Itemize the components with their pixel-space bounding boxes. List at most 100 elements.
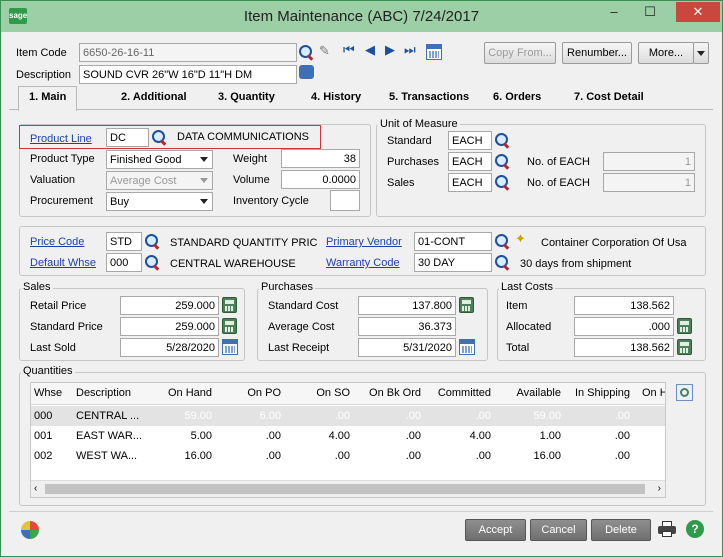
last-receipt-field[interactable]: 5/31/2020 [358,338,456,357]
uom-purchases-lookup-icon[interactable] [494,153,510,169]
product-line-link[interactable]: Product Line [30,133,92,145]
tab-cost-detail[interactable]: 7. Cost Detail [574,91,644,109]
warranty-code-field[interactable]: 30 DAY [414,253,492,272]
total-label: Total [506,342,530,354]
col-header-available[interactable]: Available [495,383,561,403]
standard-cost-field[interactable]: 137.800 [358,296,456,315]
product-line-lookup-icon[interactable] [151,129,167,145]
allocated-calculator-icon[interactable] [677,318,692,334]
average-cost-field[interactable]: 36.373 [358,317,456,336]
tab-quantity[interactable]: 3. Quantity [218,91,275,109]
uom-purchases-field[interactable]: EACH [448,152,492,171]
scroll-left-icon[interactable]: ‹ [34,483,37,494]
last-cost-item-field[interactable]: 138.562 [574,296,674,315]
standard-cost-calculator-icon[interactable] [459,297,474,313]
delete-button[interactable]: Delete [591,519,651,541]
total-calculator-icon[interactable] [677,339,692,355]
last-sold-field[interactable]: 5/28/2020 [120,338,219,357]
product-line-field[interactable]: DC [106,128,149,147]
close-button[interactable]: ✕ [676,2,720,22]
tab-additional[interactable]: 2. Additional [121,91,187,109]
tab-history[interactable]: 4. History [311,91,361,109]
maximize-button[interactable]: ☐ [636,2,664,22]
quantities-grid-header: Whse Description On Hand On PO On SO On … [31,383,665,405]
col-header-whse[interactable]: Whse [34,383,72,403]
title-bar[interactable]: sage Item Maintenance (ABC) 7/24/2017 – … [1,1,722,32]
inventory-cycle-field[interactable] [330,190,360,211]
minimize-button[interactable]: – [600,2,628,22]
description-field[interactable]: SOUND CVR 26"W 16"D 11"H DM [79,65,297,84]
next-record-icon[interactable]: ▶ [385,42,395,58]
calendar-icon[interactable] [426,44,442,60]
col-header-committed[interactable]: Committed [425,383,491,403]
copy-from-button[interactable]: Copy From... [484,42,556,64]
scroll-right-icon[interactable]: › [658,483,661,494]
renumber-button[interactable]: Renumber... [562,42,632,64]
price-code-link[interactable]: Price Code [30,236,84,248]
item-code-field[interactable]: 6650-26-16-11 [79,43,297,62]
col-header-on-bk-ord[interactable]: On Bk Ord [354,383,421,403]
more-dropdown-button[interactable] [693,42,709,64]
quantities-grid[interactable]: Whse Description On Hand On PO On SO On … [30,382,666,498]
col-header-on-so[interactable]: On SO [285,383,350,403]
tab-transactions[interactable]: 5. Transactions [389,91,469,109]
col-header-on-hand[interactable]: On Hand [146,383,212,403]
last-record-icon[interactable]: ⏭ [404,42,416,58]
procurement-select[interactable]: Buy [106,192,213,211]
accept-button[interactable]: Accept [465,519,526,541]
tab-main[interactable]: 1. Main [18,86,78,111]
tab-orders[interactable]: 6. Orders [493,91,541,109]
primary-vendor-lookup-icon[interactable] [494,233,510,249]
last-sold-calendar-icon[interactable] [222,339,238,355]
help-wheel-icon[interactable] [21,521,39,539]
paperclip-icon[interactable]: ✎ [319,43,330,59]
weight-field[interactable]: 38 [281,149,360,168]
warranty-code-link[interactable]: Warranty Code [326,257,400,269]
product-type-select[interactable]: Finished Good [106,150,213,169]
primary-vendor-link[interactable]: Primary Vendor [326,236,402,248]
no-of-each-sales-field[interactable]: 1 [603,173,695,192]
more-button[interactable]: More... [638,42,694,64]
scrollbar-thumb[interactable] [45,484,645,494]
allocated-field[interactable]: .000 [574,317,674,336]
cell-description: CENTRAL ... [76,410,140,422]
valuation-select[interactable]: Average Cost [106,171,213,190]
grid-settings-icon[interactable] [676,384,693,401]
uom-standard-field[interactable]: EACH [448,131,492,150]
standard-price-calculator-icon[interactable] [222,318,237,334]
procurement-label: Procurement [30,195,93,207]
item-lookup-icon[interactable] [298,44,314,60]
uom-standard-lookup-icon[interactable] [494,132,510,148]
table-row[interactable]: 002 WEST WA... 16.00 .00 .00 .00 .00 16.… [31,446,665,466]
col-header-on-po[interactable]: On PO [216,383,281,403]
col-header-description[interactable]: Description [76,383,146,403]
table-row[interactable]: 000 CENTRAL ... 59.00 6.00 .00 .00 .00 5… [31,406,665,426]
price-code-lookup-icon[interactable] [144,233,160,249]
col-header-on-h[interactable]: On H [642,383,665,403]
help-icon[interactable]: ? [686,520,704,538]
no-of-each-purchases-field[interactable]: 1 [603,152,695,171]
vendor-flashlight-icon[interactable]: ✦ [515,231,526,247]
primary-vendor-field[interactable]: 01-CONT [414,232,492,251]
previous-record-icon[interactable]: ◀ [365,42,375,58]
col-header-in-shipping[interactable]: In Shipping [565,383,630,403]
default-whse-field[interactable]: 000 [106,253,142,272]
standard-price-field[interactable]: 259.000 [120,317,219,336]
horizontal-scrollbar[interactable]: ‹ › [31,480,665,497]
uom-sales-field[interactable]: EACH [448,173,492,192]
total-field[interactable]: 138.562 [574,338,674,357]
default-whse-link[interactable]: Default Whse [30,257,96,269]
price-code-field[interactable]: STD [106,232,142,251]
uom-sales-lookup-icon[interactable] [494,174,510,190]
retail-price-field[interactable]: 259.000 [120,296,219,315]
cancel-button[interactable]: Cancel [530,519,587,541]
print-icon[interactable] [658,521,676,537]
retail-price-calculator-icon[interactable] [222,297,237,313]
first-record-icon[interactable]: ⏮ [343,42,355,58]
default-whse-lookup-icon[interactable] [144,254,160,270]
last-receipt-calendar-icon[interactable] [459,339,475,355]
volume-field[interactable]: 0.0000 [281,170,360,189]
table-row[interactable]: 001 EAST WAR... 5.00 .00 4.00 .00 4.00 1… [31,426,665,446]
memo-icon[interactable] [299,65,314,79]
warranty-code-lookup-icon[interactable] [494,254,510,270]
